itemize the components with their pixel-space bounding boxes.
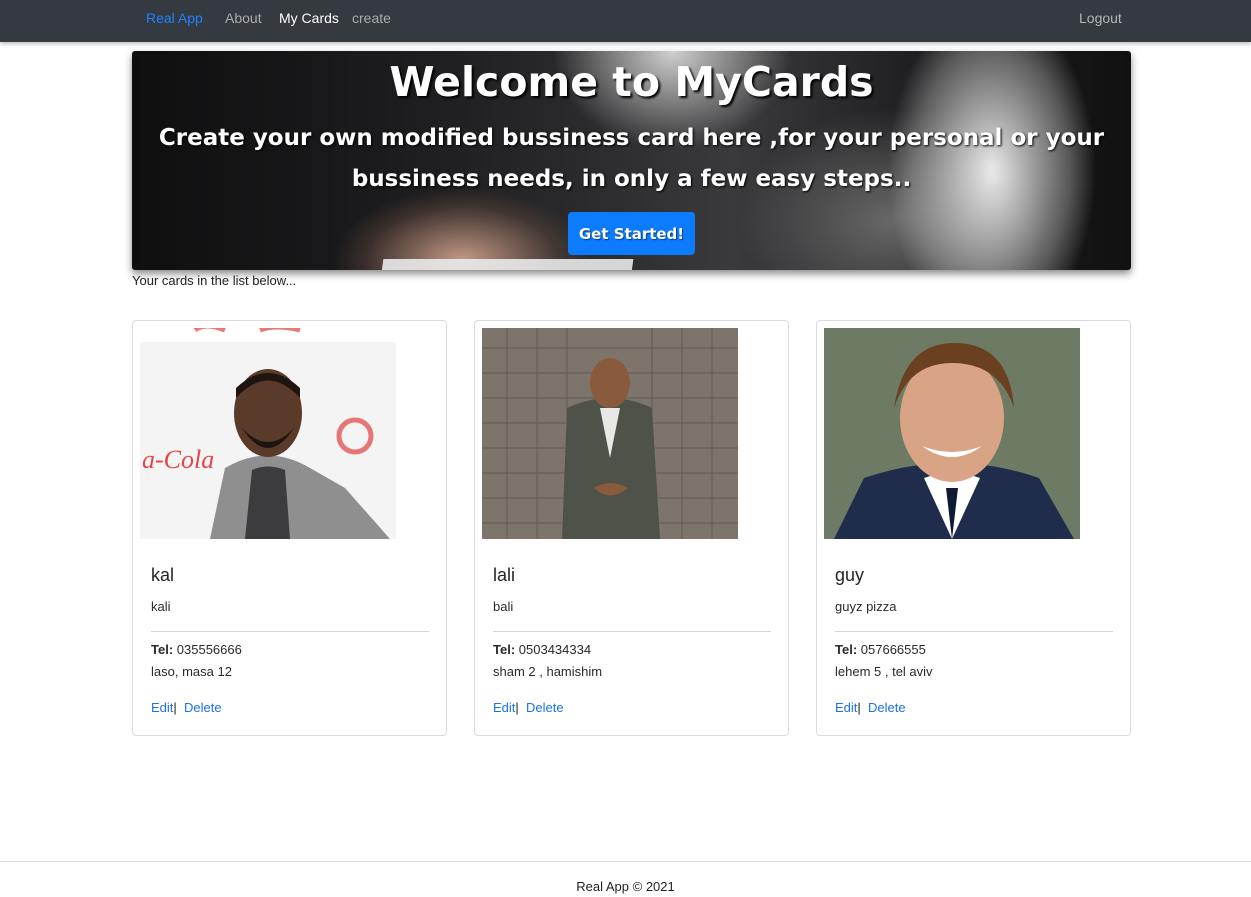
- card-delete-link[interactable]: Delete: [526, 700, 564, 715]
- card-actions: Edit| Delete: [151, 700, 222, 715]
- card-phone: Tel: 035556666: [151, 642, 242, 657]
- card-photo: [482, 328, 738, 539]
- card-actions: Edit| Delete: [835, 700, 906, 715]
- hero-background-image: [380, 259, 634, 270]
- card-phone: Tel: 057666555: [835, 642, 926, 657]
- footer-copyright: Real App © 2021: [576, 879, 675, 894]
- card-actions-separator: |: [857, 700, 861, 715]
- navbar: Real App About My Cards create Logout: [0, 0, 1251, 42]
- card-address: sham 2 , hamishim: [493, 664, 603, 679]
- business-card: guy guyz pizza Tel: 057666555 lehem 5 , …: [816, 320, 1131, 736]
- nav-my-cards-link[interactable]: My Cards: [279, 9, 339, 27]
- card-phone-label: Tel:: [493, 642, 516, 657]
- card-divider: [493, 631, 771, 632]
- card-address: lehem 5 , tel aviv: [835, 664, 933, 679]
- hero-banner: Welcome to MyCards Create your own modif…: [132, 51, 1131, 270]
- card-phone-value: 035556666: [176, 642, 242, 657]
- card-name: guy: [835, 565, 865, 585]
- card-delete-link[interactable]: Delete: [868, 700, 906, 715]
- card-actions: Edit| Delete: [493, 700, 564, 715]
- svg-text:a-Cola: a-Cola: [142, 445, 214, 474]
- card-edit-link[interactable]: Edit: [835, 700, 857, 715]
- nav-brand-link[interactable]: Real App: [146, 9, 203, 27]
- nav-create-link[interactable]: create: [352, 9, 391, 27]
- card-divider: [151, 631, 429, 632]
- card-name: lali: [493, 565, 516, 585]
- card-name: kal: [151, 565, 175, 585]
- cards-list-caption: Your cards in the list below...: [132, 273, 297, 288]
- card-description: guyz pizza: [835, 599, 897, 614]
- hero-title: Welcome to MyCards: [389, 58, 874, 106]
- card-photo: a-Cola: [140, 328, 396, 539]
- card-delete-link[interactable]: Delete: [184, 700, 222, 715]
- card-phone-value: 057666555: [860, 642, 926, 657]
- business-card: a-Cola kal kali Tel: 035556666 laso, mas…: [132, 320, 447, 736]
- footer-divider: [0, 861, 1251, 862]
- card-edit-link[interactable]: Edit: [151, 700, 173, 715]
- card-phone-label: Tel:: [835, 642, 858, 657]
- card-phone-value: 0503434334: [518, 642, 592, 657]
- card-photo: [824, 328, 1080, 539]
- business-card: lali bali Tel: 0503434334 sham 2 , hamis…: [474, 320, 789, 736]
- card-description: kali: [151, 599, 171, 614]
- hero-subtitle: Create your own modified bussiness card …: [158, 125, 1105, 192]
- get-started-button[interactable]: Get Started!: [568, 212, 695, 255]
- nav-logout-link[interactable]: Logout: [1079, 9, 1122, 27]
- card-actions-separator: |: [173, 700, 177, 715]
- nav-about-link[interactable]: About: [225, 9, 262, 27]
- card-address: laso, masa 12: [151, 664, 232, 679]
- card-phone-label: Tel:: [151, 642, 174, 657]
- card-phone: Tel: 0503434334: [493, 642, 591, 657]
- card-description: bali: [493, 599, 514, 614]
- card-actions-separator: |: [515, 700, 519, 715]
- card-divider: [835, 631, 1113, 632]
- card-edit-link[interactable]: Edit: [493, 700, 515, 715]
